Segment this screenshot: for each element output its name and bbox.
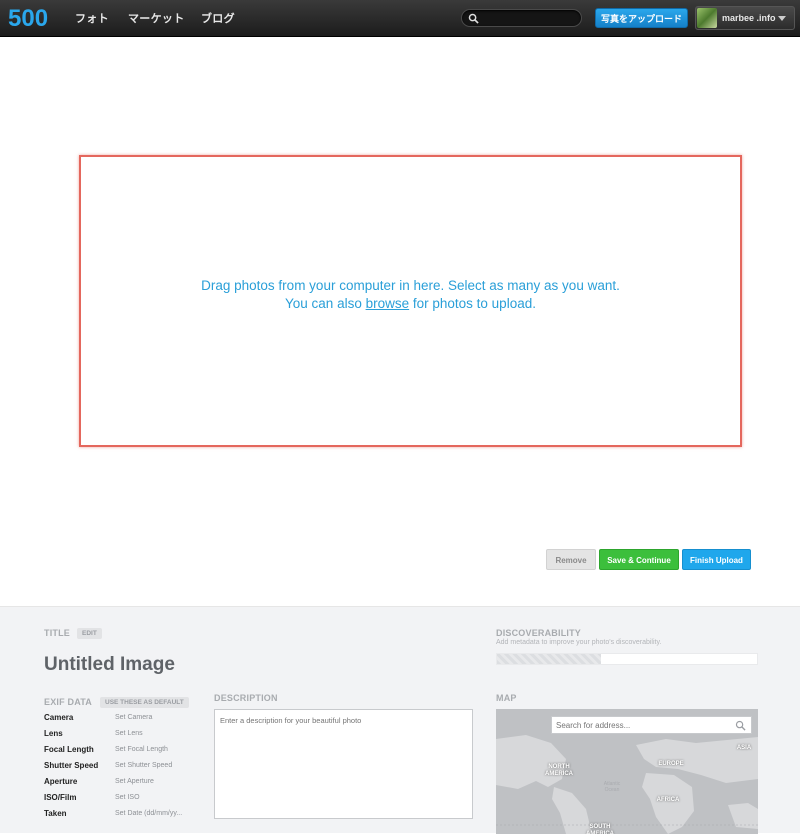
location-map[interactable]: NORTH AMERICA EUROPE ASIA AFRICA SOUTH A… [496,709,758,834]
search-icon [468,13,479,24]
exif-key: Taken [44,809,67,818]
exif-value[interactable]: Set ISO [115,794,140,801]
finish-upload-button[interactable]: Finish Upload [682,549,751,570]
drop-zone-line2: You can also browse for photos to upload… [81,295,740,313]
description-label: DESCRIPTION [214,693,278,703]
search-icon[interactable] [735,720,746,731]
save-continue-button[interactable]: Save & Continue [599,549,679,570]
nav-link-market[interactable]: マーケット [128,10,185,26]
map-search-input[interactable] [556,720,726,731]
exif-value[interactable]: Set Lens [115,730,143,737]
exif-key: Aperture [44,777,78,786]
drop-zone-line2-prefix: You can also [285,296,366,311]
use-default-button[interactable]: USE THESE AS DEFAULT [100,697,189,708]
description-field[interactable] [214,709,473,819]
exif-value[interactable]: Set Shutter Speed [115,762,172,769]
user-menu[interactable]: marbee .info [695,6,795,30]
nav-link-blog[interactable]: ブログ [201,10,235,26]
map-label-asia: ASIA [736,745,752,751]
title-edit-button[interactable]: EDIT [77,628,102,639]
exif-key: Lens [44,729,63,738]
drop-zone-instructions: Drag photos from your computer in here. … [81,277,740,313]
nav-link-photo[interactable]: フォト [75,10,109,26]
drop-zone-line1: Drag photos from your computer in here. … [201,278,620,293]
map-label: MAP [496,693,517,703]
map-label-ocean: Atlantic Ocean [600,781,624,793]
top-navbar: 500 フォト マーケット ブログ 写真をアップロード marbee .info [0,0,800,37]
map-label-text: NORTH AMERICA [545,764,573,777]
photo-title[interactable]: Untitled Image [44,654,175,676]
discoverability-meter-fill [497,654,601,664]
exif-key: ISO/Film [44,793,77,802]
logo-text: 500 [8,5,48,31]
chevron-down-icon [778,16,786,21]
description-input[interactable] [215,710,472,818]
upload-photo-button[interactable]: 写真をアップロード [595,8,688,28]
discoverability-hint: Add metadata to improve your photo's dis… [496,639,662,646]
map-search[interactable] [551,716,752,734]
user-name: marbee .info [722,13,776,23]
browse-link[interactable]: browse [366,296,410,311]
exif-value[interactable]: Set Focal Length [115,746,168,753]
map-label-africa: AFRICA [656,797,680,803]
map-label-north-america: NORTH AMERICA [544,764,574,778]
exif-value[interactable]: Set Aperture [115,778,154,785]
map-label-europe: EUROPE [658,761,684,767]
photo-details-panel: TITLE EDIT Untitled Image DISCOVERABILIT… [0,606,800,834]
500px-logo[interactable]: 500 [8,5,56,31]
exif-key: Shutter Speed [44,761,99,770]
drop-zone-line2-suffix: for photos to upload. [409,296,536,311]
remove-button[interactable]: Remove [546,549,596,570]
map-label-text: Atlantic Ocean [603,781,621,793]
exif-label: EXIF DATA [44,697,92,707]
avatar [697,8,717,28]
nav-search[interactable] [461,9,582,27]
exif-key: Camera [44,713,74,722]
title-label: TITLE [44,628,70,638]
exif-key: Focal Length [44,745,94,754]
discoverability-label: DISCOVERABILITY [496,628,582,638]
exif-value[interactable]: Set Date (dd/mm/yy... [115,810,182,817]
photo-drop-zone[interactable]: Drag photos from your computer in here. … [79,155,742,447]
nav-search-input[interactable] [482,12,578,25]
exif-value[interactable]: Set Camera [115,714,152,721]
discoverability-meter [496,653,758,665]
